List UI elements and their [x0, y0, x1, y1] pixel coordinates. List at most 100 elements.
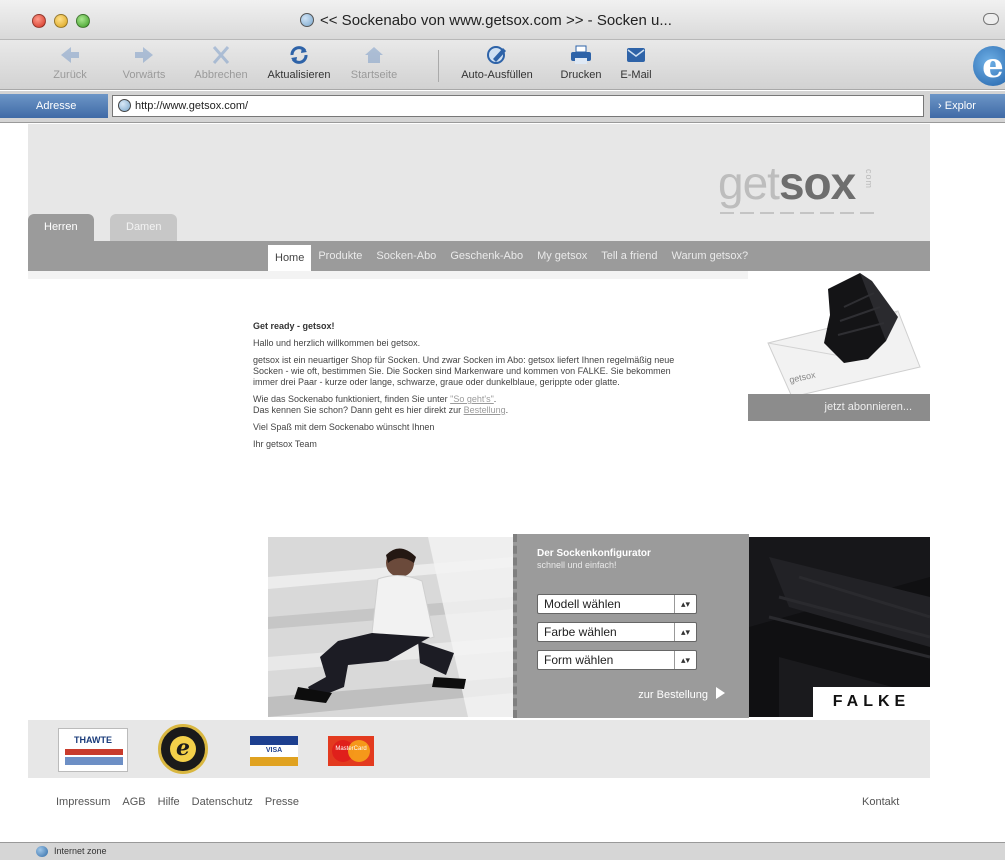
trust-badges-band: THAWTE e VISA MasterCard — [28, 720, 930, 778]
toolbar-toggle-button[interactable] — [983, 13, 999, 25]
tab-herren[interactable]: Herren — [28, 214, 94, 241]
window-title: << Sockenabo von www.getsox.com >> - Soc… — [300, 12, 672, 29]
bestellung-link[interactable]: Bestellung — [464, 405, 506, 415]
intro-welcome: Hallo und herzlich willkommen bei getsox… — [253, 338, 421, 348]
page-globe-icon — [300, 13, 314, 27]
home-button[interactable]: Startseite — [346, 44, 402, 88]
thawte-badge[interactable]: THAWTE — [58, 728, 128, 772]
close-window-button[interactable] — [32, 14, 46, 28]
select-stepper-icon: ▴▾ — [674, 651, 696, 669]
url-globe-icon — [118, 99, 131, 112]
footer-agb-link[interactable]: AGB — [122, 796, 145, 808]
mail-icon — [623, 44, 649, 66]
nav-geschenk-abo[interactable]: Geschenk-Abo — [443, 241, 530, 271]
order-text: Das kennen Sie schon? Dann geht es hier … — [253, 405, 464, 415]
forward-arrow-icon — [131, 44, 157, 66]
internet-zone-icon — [36, 846, 48, 857]
nav-produkte[interactable]: Produkte — [311, 241, 369, 271]
so-gehts-link[interactable]: "So geht's" — [450, 394, 494, 404]
address-bar: Adresse http://www.getsox.com/ › Explor — [0, 91, 1005, 123]
order-button-label: zur Bestellung — [638, 689, 708, 701]
mastercard-icon: MasterCard — [328, 736, 374, 766]
trusted-shops-seal-icon[interactable]: e — [158, 724, 208, 774]
intro-title: Get ready - getsox! — [253, 321, 335, 331]
status-text: Internet zone — [54, 846, 107, 856]
explorer-logo-icon: e — [973, 46, 1005, 86]
stop-x-icon — [208, 44, 234, 66]
sock-configurator: Der Sockenkonfigurator schnell und einfa… — [513, 534, 749, 718]
autofill-button[interactable]: Auto-Ausfüllen — [450, 44, 544, 88]
refresh-label: Aktualisieren — [267, 69, 331, 81]
intro-text: Get ready - getsox! Hallo und herzlich w… — [253, 321, 693, 456]
visa-label: VISA — [265, 747, 283, 754]
stop-button[interactable]: Abbrechen — [186, 44, 256, 88]
color-select[interactable]: Farbe wählen ▴▾ — [537, 622, 697, 642]
howto-period: . — [493, 394, 497, 404]
configurator-title: Der Sockenkonfigurator — [537, 548, 651, 559]
stop-label: Abbrechen — [194, 69, 248, 81]
intro-signature: Ihr getsox Team — [253, 439, 317, 449]
form-select[interactable]: Form wählen ▴▾ — [537, 650, 697, 670]
zoom-window-button[interactable] — [76, 14, 90, 28]
logo-underline — [720, 212, 876, 214]
browser-toolbar: Zurück Vorwärts Abbrechen Aktualisieren … — [0, 40, 1005, 90]
model-select[interactable]: Modell wählen ▴▾ — [537, 594, 697, 614]
footer-datenschutz-link[interactable]: Datenschutz — [192, 796, 253, 808]
forward-button[interactable]: Vorwärts — [114, 44, 174, 88]
mail-button[interactable]: E-Mail — [616, 44, 656, 88]
play-arrow-icon — [716, 687, 725, 699]
forward-label: Vorwärts — [122, 69, 166, 81]
nav-socken-abo[interactable]: Socken-Abo — [369, 241, 443, 271]
nav-warum-getsox[interactable]: Warum getsox? — [664, 241, 755, 271]
logo-sox-text: sox — [778, 157, 856, 209]
status-bar: Internet zone — [0, 842, 1005, 860]
nav-home[interactable]: Home — [268, 245, 312, 271]
page-right-margin — [930, 124, 1005, 824]
address-label: Adresse — [0, 94, 108, 118]
back-arrow-icon — [57, 44, 83, 66]
howto-text: Wie das Sockenabo funktioniert, finden S… — [253, 394, 451, 404]
printer-icon — [568, 44, 594, 66]
window-titlebar: << Sockenabo von www.getsox.com >> - Soc… — [0, 0, 1005, 40]
minimize-window-button[interactable] — [54, 14, 68, 28]
nav-tell-a-friend[interactable]: Tell a friend — [594, 241, 664, 271]
falke-brand-label: FALKE — [813, 687, 930, 717]
home-icon — [361, 44, 387, 66]
print-button[interactable]: Drucken — [556, 44, 606, 88]
nav-my-getsox[interactable]: My getsox — [530, 241, 594, 271]
explorer-button-label: Explor — [944, 100, 976, 112]
back-label: Zurück — [53, 69, 87, 81]
color-select-value: Farbe wählen — [544, 625, 617, 639]
thawte-badge-text: THAWTE — [74, 735, 112, 745]
select-stepper-icon: ▴▾ — [674, 595, 696, 613]
getsox-logo[interactable]: getsox — [718, 156, 856, 210]
footer-presse-link[interactable]: Presse — [265, 796, 299, 808]
falke-socks-image[interactable]: FALKE — [749, 537, 930, 717]
mastercard-label: MasterCard — [335, 746, 367, 752]
footer-impressum-link[interactable]: Impressum — [56, 796, 110, 808]
autofill-label: Auto-Ausfüllen — [461, 69, 533, 81]
mail-label: E-Mail — [620, 69, 652, 81]
configurator-banner: Der Sockenkonfigurator schnell und einfa… — [268, 534, 930, 718]
window-title-text: << Sockenabo von www.getsox.com >> - Soc… — [320, 12, 672, 29]
toolbar-separator — [438, 50, 439, 82]
subscribe-now-label[interactable]: jetzt abonnieren... — [748, 394, 930, 421]
main-navigation: Home Produkte Socken-Abo Geschenk-Abo My… — [268, 241, 755, 271]
select-stepper-icon: ▴▾ — [674, 623, 696, 641]
home-label: Startseite — [350, 69, 398, 81]
footer-kontakt-link[interactable]: Kontakt — [862, 796, 899, 808]
visa-card-icon: VISA — [250, 736, 298, 766]
address-input[interactable]: http://www.getsox.com/ — [112, 95, 924, 117]
footer-hilfe-link[interactable]: Hilfe — [158, 796, 180, 808]
subscribe-promo[interactable]: getsox jetzt abonnieren... — [748, 271, 930, 421]
back-button[interactable]: Zurück — [44, 44, 96, 88]
tab-damen[interactable]: Damen — [110, 214, 178, 241]
model-on-stairs-photo — [268, 537, 513, 717]
refresh-icon — [286, 44, 312, 66]
explorer-button[interactable]: › Explor — [930, 94, 1005, 118]
logo-com-text: com — [864, 169, 874, 190]
order-button[interactable]: zur Bestellung — [638, 687, 725, 701]
order-period: . — [505, 405, 509, 415]
address-url: http://www.getsox.com/ — [135, 100, 249, 112]
refresh-button[interactable]: Aktualisieren — [264, 44, 334, 88]
